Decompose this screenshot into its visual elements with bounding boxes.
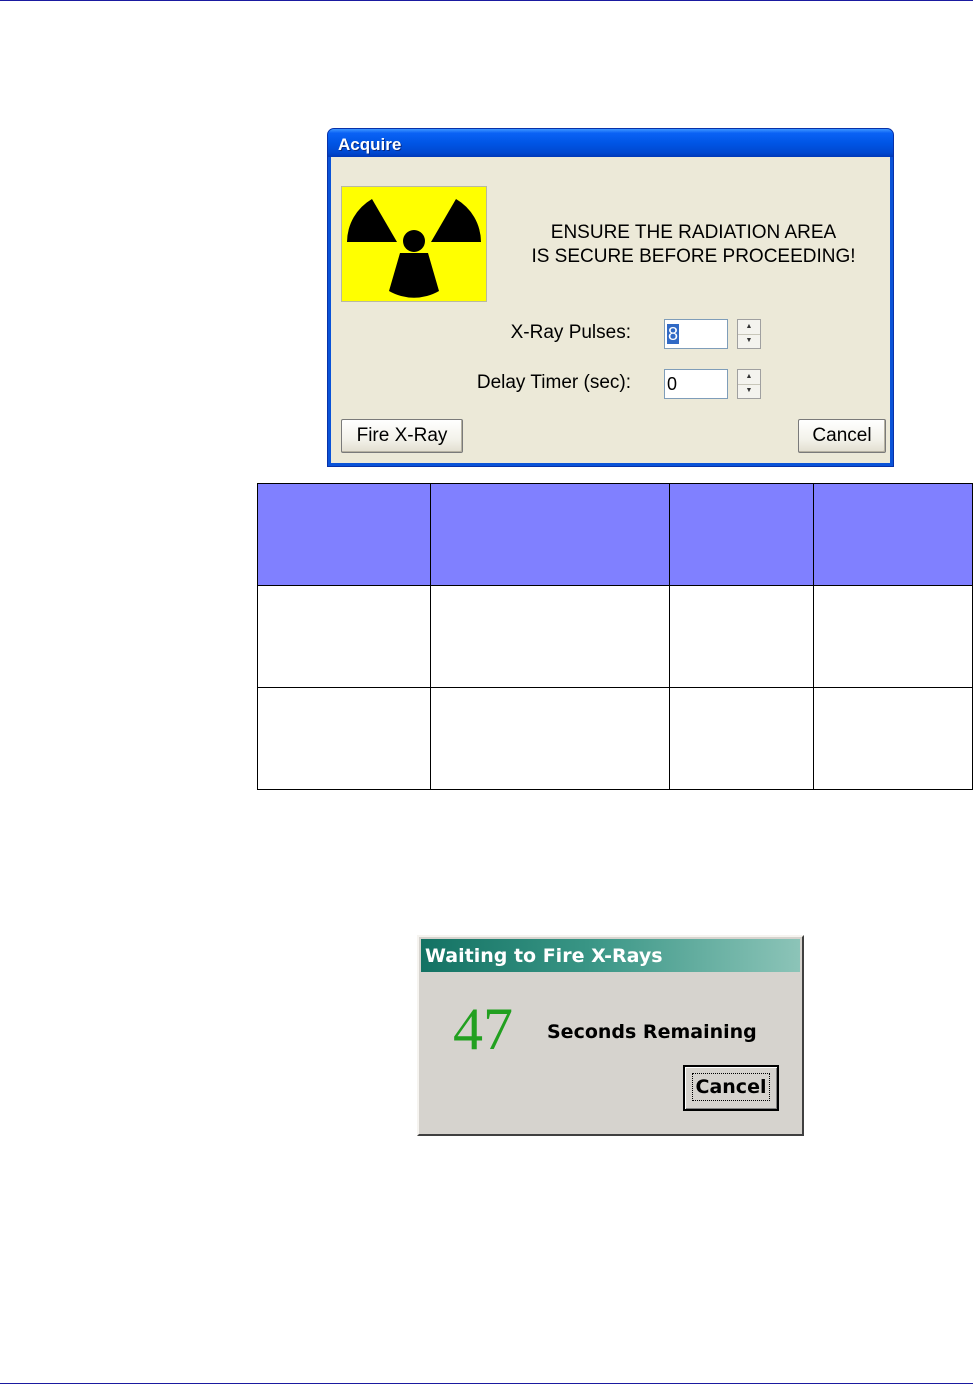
table-cell xyxy=(257,585,431,688)
pulses-spinner[interactable]: ▲ ▼ xyxy=(737,319,761,349)
table-cell xyxy=(813,585,973,688)
acquire-title: Acquire xyxy=(338,135,402,154)
fire-xray-button[interactable]: Fire X-Ray xyxy=(341,419,463,453)
waiting-cancel-button[interactable]: Cancel xyxy=(683,1065,779,1111)
radiation-trefoil-icon xyxy=(347,199,481,298)
acquire-dialog: Acquire ENSURE THE RADIATION AREA IS SEC… xyxy=(327,128,894,467)
acquire-title-bar[interactable]: Acquire xyxy=(328,129,893,157)
delay-input[interactable]: 0 xyxy=(664,369,728,399)
pulses-up-icon[interactable]: ▲ xyxy=(738,320,760,335)
pulses-label: X-Ray Pulses: xyxy=(510,322,631,343)
table-cell xyxy=(430,687,670,790)
delay-up-icon[interactable]: ▲ xyxy=(738,370,760,385)
warning-line-2: IS SECURE BEFORE PROCEEDING! xyxy=(531,246,856,267)
table-header-cell xyxy=(813,483,973,586)
radiation-warning-text: ENSURE THE RADIATION AREA IS SECURE BEFO… xyxy=(501,221,886,269)
table-cell xyxy=(813,687,973,790)
table-header-cell xyxy=(430,483,670,586)
waiting-title: Waiting to Fire X-Rays xyxy=(425,945,663,967)
countdown-value: 47 xyxy=(453,996,513,1062)
acquire-cancel-button[interactable]: Cancel xyxy=(798,419,886,453)
table-header-cell xyxy=(257,483,431,586)
page-bottom-rule xyxy=(0,1383,973,1384)
pulses-down-icon[interactable]: ▼ xyxy=(738,334,760,348)
delay-spinner[interactable]: ▲ ▼ xyxy=(737,369,761,399)
table-cell xyxy=(257,687,431,790)
waiting-dialog: Waiting to Fire X-Rays 47 Seconds Remain… xyxy=(417,935,804,1136)
pulses-input[interactable]: 8 xyxy=(664,319,728,349)
warning-line-1: ENSURE THE RADIATION AREA xyxy=(550,222,837,243)
seconds-remaining-label: Seconds Remaining xyxy=(547,1021,757,1043)
trefoil-blade-right xyxy=(431,199,481,242)
table-cell xyxy=(669,585,814,688)
delay-value: 0 xyxy=(667,374,678,394)
table-cell xyxy=(430,585,670,688)
table-row xyxy=(257,585,973,688)
table-row xyxy=(257,687,973,790)
pulses-value: 8 xyxy=(667,324,680,344)
trefoil-center xyxy=(403,230,425,252)
radiation-warning-icon xyxy=(341,186,487,302)
waiting-title-bar[interactable]: Waiting to Fire X-Rays xyxy=(421,939,800,972)
delay-down-icon[interactable]: ▼ xyxy=(738,384,760,398)
table-header-row xyxy=(257,483,973,586)
trefoil-blade-left xyxy=(347,199,397,242)
table-cell xyxy=(669,687,814,790)
trefoil-blade-bottom xyxy=(389,253,439,298)
table-header-cell xyxy=(669,483,814,586)
info-table xyxy=(257,483,973,790)
acquire-body: ENSURE THE RADIATION AREA IS SECURE BEFO… xyxy=(331,157,890,463)
waiting-cancel-label: Cancel xyxy=(691,1073,771,1101)
delay-label: Delay Timer (sec): xyxy=(476,372,631,393)
page-top-rule xyxy=(0,0,973,1)
